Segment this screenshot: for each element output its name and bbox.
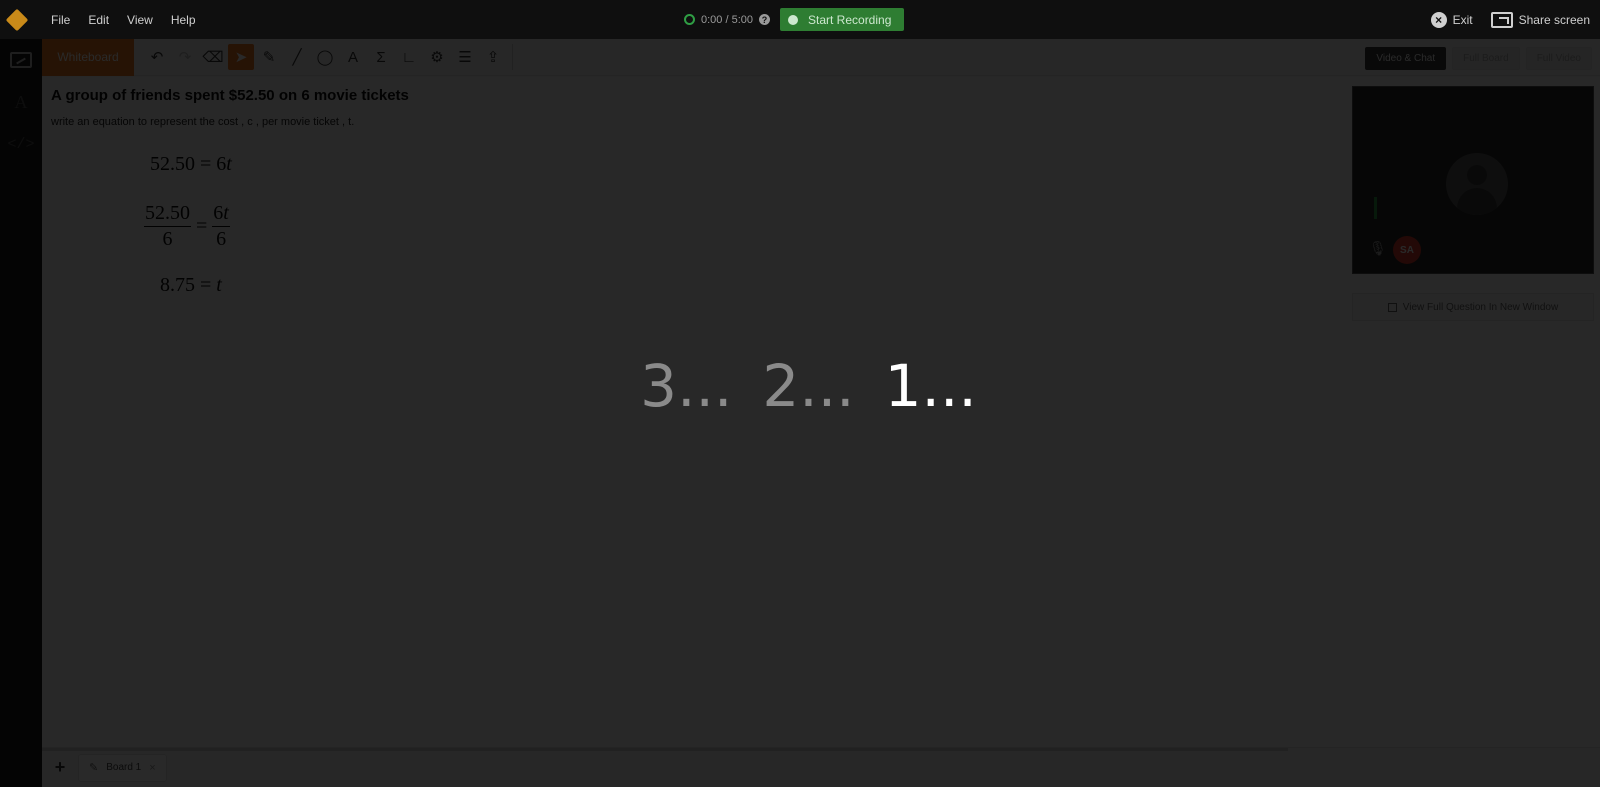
line-icon[interactable]: ╱	[284, 44, 310, 70]
eq2-equals: =	[196, 215, 208, 237]
eq2-left-denominator: 6	[162, 228, 173, 250]
eq2-right-fraction: 6t 6	[212, 203, 230, 250]
user-initials-badge: SA	[1393, 236, 1421, 264]
view-full-video-button[interactable]: Full Video	[1525, 47, 1592, 70]
redo-icon[interactable]: ↷	[172, 44, 198, 70]
sigma-icon[interactable]: Σ	[368, 44, 394, 70]
eq3-equals: =	[200, 274, 212, 296]
microphone-icon[interactable]: 🎙	[1369, 240, 1387, 257]
session-timer: 0:00 / 5:00 ? Start Recording	[684, 8, 904, 31]
eq2-right-num-var: t	[223, 202, 229, 224]
app-logo[interactable]	[0, 0, 34, 39]
app-root: File Edit View Help 0:00 / 5:00 ? Start …	[0, 0, 1600, 787]
timer-text: 0:00 / 5:00	[701, 13, 753, 26]
menu-edit[interactable]: Edit	[79, 13, 118, 27]
board-close-icon[interactable]: ×	[149, 762, 155, 774]
whiteboard-icon	[10, 52, 32, 68]
close-circle-icon: ×	[1430, 11, 1447, 28]
help-question-icon[interactable]: ?	[759, 14, 770, 25]
equation-3: 8.75 = t	[160, 274, 222, 297]
view-full-board-button[interactable]: Full Board	[1452, 47, 1520, 70]
view-full-question-label: View Full Question In New Window	[1402, 301, 1559, 313]
board-tabs-bar: + ✎ Board 1 ×	[42, 747, 1600, 787]
settings-gear-icon[interactable]: ⚙	[424, 44, 450, 70]
rail-whiteboard-button[interactable]	[0, 39, 42, 81]
graph-axes-icon[interactable]: ∟	[396, 44, 422, 70]
top-menubar: File Edit View Help 0:00 / 5:00 ? Start …	[0, 0, 1600, 39]
countdown-one: 1...	[884, 352, 977, 420]
question-title: A group of friends spent $52.50 on 6 mov…	[51, 87, 409, 104]
board-tab-label: Board 1	[106, 762, 142, 773]
equation-2: 52.50 6 = 6t 6	[144, 203, 230, 250]
eq1-coef: 6	[216, 153, 227, 175]
share-screen-label: Share screen	[1518, 12, 1590, 27]
upload-icon[interactable]: ⇪	[480, 44, 506, 70]
toolbar-divider	[512, 44, 513, 70]
exit-label: Exit	[1452, 12, 1473, 27]
select-cursor-icon[interactable]: ➤	[228, 44, 254, 70]
timer-clock-icon	[684, 14, 695, 25]
menu-help[interactable]: Help	[162, 13, 205, 27]
code-icon: </>	[7, 135, 35, 153]
exit-button[interactable]: × Exit	[1430, 11, 1473, 28]
eq3-left: 8.75	[160, 274, 195, 296]
layers-icon[interactable]: ☰	[452, 44, 478, 70]
eq3-var: t	[216, 274, 222, 296]
eq2-right-denominator: 6	[216, 228, 227, 250]
external-link-icon	[1387, 302, 1397, 312]
eq1-equals: =	[200, 153, 212, 175]
view-mode-buttons: Video & Chat Full Board Full Video	[1365, 47, 1592, 70]
rail-code-editor-button[interactable]: </>	[0, 123, 42, 165]
text-editor-icon: A	[14, 91, 28, 112]
start-recording-label: Start Recording	[808, 12, 892, 27]
whiteboard-toolbar: Whiteboard ↶ ↷ ⌫ ➤ ✎ ╱ ◯ A Σ ∟ ⚙ ☰ ⇪ Vid…	[42, 38, 1600, 76]
countdown-two: 2...	[762, 352, 855, 420]
menu-view[interactable]: View	[118, 13, 162, 27]
undo-icon[interactable]: ↶	[144, 44, 170, 70]
top-right-actions: × Exit Share screen	[1430, 0, 1590, 39]
tab-whiteboard[interactable]: Whiteboard	[42, 38, 134, 76]
rail-text-editor-button[interactable]: A	[0, 81, 42, 123]
countdown-three: 3...	[640, 352, 733, 420]
eq2-left-fraction: 52.50 6	[144, 203, 191, 250]
add-board-icon[interactable]: +	[42, 748, 78, 787]
audio-level-meter	[1374, 197, 1377, 219]
board-pen-icon: ✎	[89, 762, 99, 774]
question-subtitle: write an equation to represent the cost …	[51, 116, 355, 128]
eraser-icon[interactable]: ⌫	[200, 44, 226, 70]
menu-file[interactable]: File	[42, 13, 79, 27]
pen-icon[interactable]: ✎	[256, 44, 282, 70]
eq2-right-numerator: 6t	[212, 203, 230, 227]
view-video-chat-button[interactable]: Video & Chat	[1365, 47, 1447, 70]
eq1-var: t	[226, 153, 232, 175]
eq1-left: 52.50	[150, 153, 195, 175]
user-avatar-icon	[1446, 153, 1508, 215]
share-screen-button[interactable]: Share screen	[1490, 11, 1590, 28]
eq2-left-numerator: 52.50	[144, 203, 191, 227]
text-icon[interactable]: A	[340, 44, 366, 70]
countdown: 3... 2... 1...	[0, 352, 1600, 420]
board-tab-1[interactable]: ✎ Board 1 ×	[78, 753, 167, 782]
share-screen-icon	[1490, 11, 1513, 28]
shape-icon[interactable]: ◯	[312, 44, 338, 70]
start-recording-button[interactable]: Start Recording	[780, 8, 904, 31]
record-dot-icon	[788, 14, 798, 25]
eq2-right-num-coef: 6	[213, 202, 224, 224]
view-full-question-button[interactable]: View Full Question In New Window	[1352, 293, 1594, 321]
video-panel: 🎙 SA	[1352, 86, 1594, 274]
horizontal-scrollbar[interactable]	[42, 748, 1288, 751]
equation-1: 52.50 = 6t	[150, 153, 232, 176]
logo-diamond-icon	[5, 8, 29, 31]
